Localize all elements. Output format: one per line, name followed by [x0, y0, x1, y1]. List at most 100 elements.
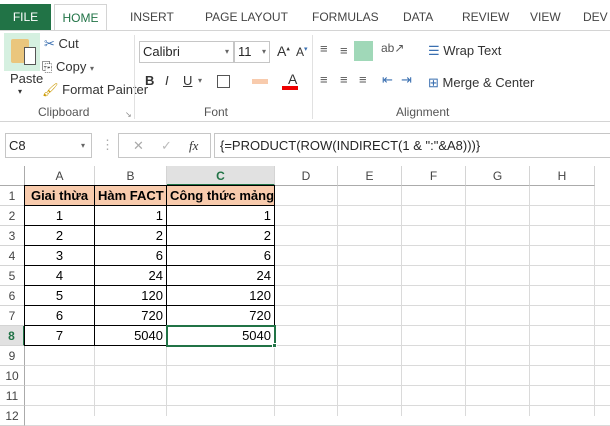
table-cell[interactable]: 5 — [24, 285, 95, 306]
selected-cell-c8[interactable] — [166, 325, 276, 347]
table-cell[interactable]: 2 — [94, 225, 167, 246]
format-painter-button[interactable]: 🖌 Format Painter — [42, 82, 148, 98]
paste-label[interactable]: Paste — [10, 71, 43, 86]
grow-font-icon[interactable]: A▴ — [277, 43, 290, 59]
tab-insert[interactable]: INSERT — [130, 4, 174, 31]
row-header-6[interactable]: 6 — [0, 286, 25, 306]
font-name-select[interactable]: Calibri ▾ — [139, 41, 234, 63]
gridline — [401, 186, 402, 416]
enter-icon[interactable]: ✓ — [161, 136, 172, 156]
font-name-value: Calibri — [143, 44, 180, 59]
row-header-11[interactable]: 11 — [0, 386, 25, 406]
underline-button[interactable]: U — [183, 73, 192, 88]
cut-label: Cut — [58, 36, 79, 51]
merge-center-button[interactable]: ⊞ Merge & Center — [428, 75, 534, 91]
column-header-d[interactable]: D — [275, 166, 338, 186]
row-header-12[interactable]: 12 — [0, 406, 25, 426]
wrap-text-icon: ☰ — [428, 43, 440, 58]
fill-handle[interactable] — [272, 343, 277, 348]
row-header-8[interactable]: 8 — [0, 326, 25, 346]
column-header-g[interactable]: G — [466, 166, 530, 186]
select-all-button[interactable] — [0, 166, 25, 186]
table-cell[interactable]: 2 — [166, 225, 275, 246]
align-center-icon[interactable]: ≡ — [340, 72, 348, 87]
table-cell[interactable]: 24 — [166, 265, 275, 286]
table-cell[interactable]: 1 — [166, 205, 275, 226]
decrease-indent-icon[interactable]: ⇤ — [382, 72, 393, 88]
table-cell[interactable]: 5040 — [94, 325, 167, 346]
table-cell[interactable]: 6 — [24, 305, 95, 326]
clipboard-launcher-icon[interactable]: ↘ — [125, 110, 132, 119]
font-size-value: 11 — [238, 44, 252, 59]
underline-dropdown-icon[interactable]: ▾ — [198, 76, 202, 85]
column-header-c[interactable]: C — [167, 166, 275, 186]
tab-developer[interactable]: DEV — [583, 4, 608, 31]
cut-button[interactable]: ✂ Cut — [44, 36, 79, 52]
tab-file[interactable]: FILE — [0, 4, 51, 31]
align-right-icon[interactable]: ≡ — [359, 72, 367, 87]
tab-view[interactable]: VIEW — [530, 4, 561, 31]
gridline — [25, 385, 610, 386]
column-header-f[interactable]: F — [402, 166, 466, 186]
tab-formulas[interactable]: FORMULAS — [312, 4, 379, 31]
bold-button[interactable]: B — [145, 73, 154, 88]
table-cell[interactable]: 2 — [24, 225, 95, 246]
column-header-a[interactable]: A — [25, 166, 95, 186]
tab-home[interactable]: HOME — [54, 4, 107, 32]
row-header-7[interactable]: 7 — [0, 306, 25, 326]
formula-bar: C8 ▾ ⋮ ✕ ✓ fx {=PRODUCT(ROW(INDIRECT(1 & … — [0, 133, 610, 159]
table-cell[interactable]: 120 — [166, 285, 275, 306]
font-color-button[interactable]: A — [288, 71, 297, 87]
header-cell[interactable]: Hàm FACT — [94, 185, 167, 206]
format-painter-label: Format Painter — [62, 82, 149, 97]
align-left-icon[interactable]: ≡ — [320, 72, 328, 87]
tab-page-layout[interactable]: PAGE LAYOUT — [205, 4, 288, 31]
font-color-bar — [282, 86, 298, 90]
header-cell[interactable]: Giai thừa — [24, 185, 95, 206]
copy-button[interactable]: ⎘ Copy ▾ — [42, 59, 94, 75]
increase-indent-icon[interactable]: ⇥ — [401, 72, 412, 88]
table-cell[interactable]: 720 — [94, 305, 167, 326]
table-cell[interactable]: 4 — [24, 265, 95, 286]
cancel-icon[interactable]: ✕ — [133, 136, 144, 156]
row-header-5[interactable]: 5 — [0, 266, 25, 286]
column-header-b[interactable]: B — [95, 166, 167, 186]
row-header-1[interactable]: 1 — [0, 186, 25, 206]
italic-button[interactable]: I — [165, 73, 169, 88]
insert-function-icon[interactable]: fx — [189, 136, 198, 156]
font-size-select[interactable]: 11 ▾ — [234, 41, 270, 63]
wrap-text-button[interactable]: ☰ Wrap Text — [428, 43, 501, 59]
row-header-2[interactable]: 2 — [0, 206, 25, 226]
row-header-9[interactable]: 9 — [0, 346, 25, 366]
column-header-e[interactable]: E — [338, 166, 402, 186]
row-header-10[interactable]: 10 — [0, 366, 25, 386]
paste-dropdown-icon[interactable]: ▾ — [18, 87, 22, 96]
merge-icon: ⊞ — [428, 75, 439, 90]
name-box[interactable]: C8 ▾ — [5, 133, 92, 158]
table-cell[interactable]: 120 — [94, 285, 167, 306]
borders-icon[interactable] — [217, 75, 230, 88]
table-cell[interactable]: 720 — [166, 305, 275, 326]
tab-data[interactable]: DATA — [403, 4, 433, 31]
tab-review[interactable]: REVIEW — [462, 4, 509, 31]
formula-input[interactable]: {=PRODUCT(ROW(INDIRECT(1 & ":"&A8)))} — [214, 133, 610, 158]
font-group-label: Font — [204, 105, 229, 119]
align-top-icon[interactable]: ≡ — [320, 41, 328, 56]
table-cell[interactable]: 6 — [94, 245, 167, 266]
table-cell[interactable]: 3 — [24, 245, 95, 266]
header-cell[interactable]: Công thức mảng — [166, 185, 275, 206]
fill-color-icon[interactable] — [252, 79, 268, 84]
table-cell[interactable]: 6 — [166, 245, 275, 266]
shrink-font-icon[interactable]: A▾ — [296, 45, 308, 59]
orientation-icon[interactable]: ab↗ — [381, 41, 404, 55]
column-header-h[interactable]: H — [530, 166, 595, 186]
row-header-4[interactable]: 4 — [0, 246, 25, 266]
table-cell[interactable]: 1 — [94, 205, 167, 226]
align-bottom-button[interactable] — [354, 41, 373, 61]
paste-button[interactable] — [4, 33, 40, 71]
table-cell[interactable]: 1 — [24, 205, 95, 226]
table-cell[interactable]: 7 — [24, 325, 95, 346]
row-header-3[interactable]: 3 — [0, 226, 25, 246]
align-middle-icon[interactable]: ≡ — [340, 43, 348, 58]
table-cell[interactable]: 24 — [94, 265, 167, 286]
